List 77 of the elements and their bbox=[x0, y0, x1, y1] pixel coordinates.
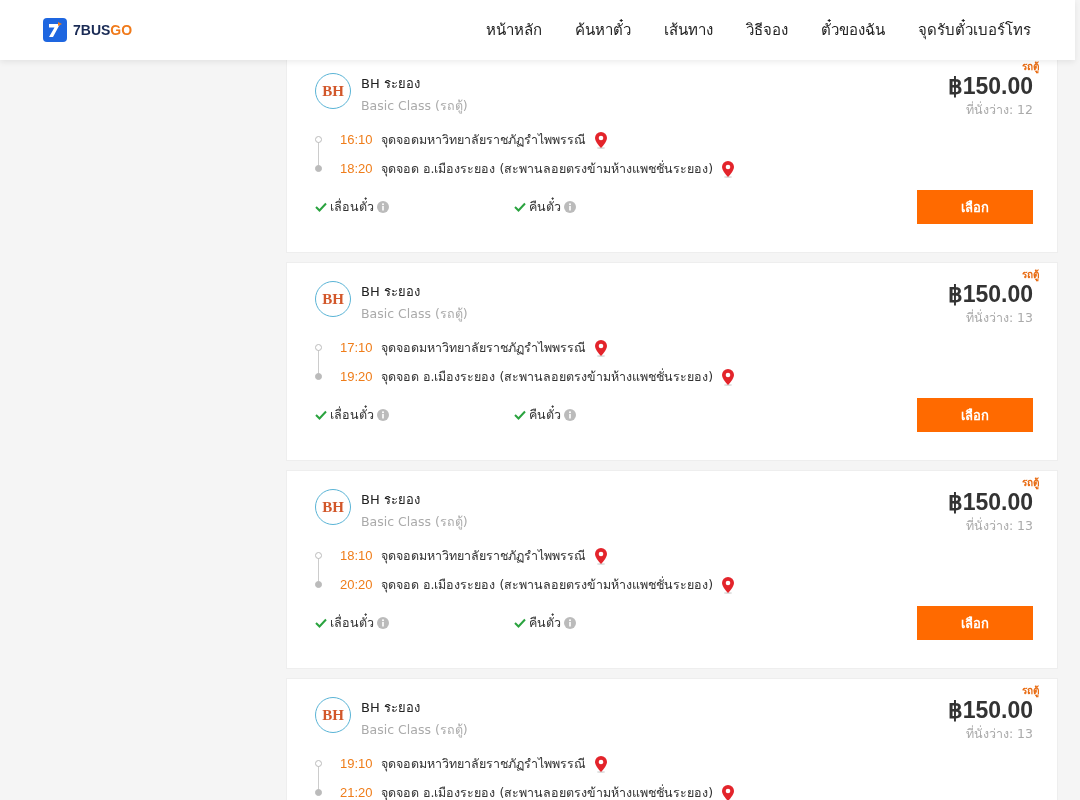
stop-time: 19:10 bbox=[340, 756, 373, 771]
nav-link[interactable]: ค้นหาตั๋ว bbox=[575, 18, 631, 42]
vehicle-tag: รถตู้ bbox=[1022, 267, 1039, 282]
stop-name: จุดจอด อ.เมืองระยอง (สะพานลอยตรงข้ามห้างแพชชั่นระยอง) bbox=[380, 159, 714, 179]
operator-name: BH ระยอง bbox=[361, 491, 421, 509]
seats-available: ที่นั่งว่าง: 12 bbox=[965, 100, 1033, 119]
timeline-dot bbox=[315, 789, 322, 796]
stop-name: จุดจอด อ.เมืองระยอง (สะพานลอยตรงข้ามห้างแพชชั่นระยอง) bbox=[380, 575, 714, 595]
logo-icon bbox=[43, 18, 67, 42]
map-pin-icon bbox=[593, 754, 608, 773]
nav-link[interactable]: จุดรับตั๋วเบอร์โทร bbox=[918, 18, 1031, 42]
feature-label: เลื่อนตั๋ว bbox=[330, 613, 374, 632]
info-icon[interactable] bbox=[564, 201, 576, 213]
feature-label: คืนตั๋ว bbox=[529, 405, 561, 424]
check-icon bbox=[315, 202, 327, 212]
stop-name: จุดจอดมหาวิทยาลัยราชภัฏรำไพพรรณี bbox=[380, 546, 586, 566]
stop-time: 21:20 bbox=[340, 785, 373, 800]
timeline-dot bbox=[315, 760, 322, 767]
stop-name: จุดจอดมหาวิทยาลัยราชภัฏรำไพพรรณี bbox=[380, 338, 586, 358]
vehicle-tag: รถตู้ bbox=[1022, 475, 1039, 490]
info-icon[interactable] bbox=[377, 617, 389, 629]
check-icon bbox=[514, 410, 526, 420]
check-icon bbox=[514, 618, 526, 628]
map-pin-icon bbox=[593, 546, 608, 565]
check-icon bbox=[315, 618, 327, 628]
operator-name: BH ระยอง bbox=[361, 283, 421, 301]
stop-time: 16:10 bbox=[340, 132, 373, 147]
map-pin-icon bbox=[721, 575, 736, 594]
stop-name: จุดจอดมหาวิทยาลัยราชภัฏรำไพพรรณี bbox=[380, 754, 586, 774]
timeline-dot bbox=[315, 344, 322, 351]
seats-available: ที่นั่งว่าง: 13 bbox=[965, 308, 1033, 327]
vehicle-class: Basic Class (รถตู้) bbox=[361, 513, 468, 532]
operator-name: BH ระยอง bbox=[361, 75, 421, 93]
brand-name[interactable]: 7BUSGO bbox=[73, 22, 133, 38]
info-icon[interactable] bbox=[564, 409, 576, 421]
feature-label: เลื่อนตั๋ว bbox=[330, 405, 374, 424]
timeline-dot bbox=[315, 373, 322, 380]
seats-available: ที่นั่งว่าง: 13 bbox=[965, 516, 1033, 535]
vehicle-class: Basic Class (รถตู้) bbox=[361, 97, 468, 116]
map-pin-icon bbox=[593, 338, 608, 357]
info-icon[interactable] bbox=[564, 617, 576, 629]
stop-name: จุดจอดมหาวิทยาลัยราชภัฏรำไพพรรณี bbox=[380, 130, 586, 150]
map-pin-icon bbox=[721, 159, 736, 178]
nav-link[interactable]: วิธีจอง bbox=[746, 18, 788, 42]
operator-name: BH ระยอง bbox=[361, 699, 421, 717]
timeline-dot bbox=[315, 136, 322, 143]
stop-time: 18:20 bbox=[340, 161, 373, 176]
timeline-dot bbox=[315, 165, 322, 172]
stop-name: จุดจอด อ.เมืองระยอง (สะพานลอยตรงข้ามห้างแพชชั่นระยอง) bbox=[380, 783, 714, 800]
info-icon[interactable] bbox=[377, 409, 389, 421]
feature-label: เลื่อนตั๋ว bbox=[330, 197, 374, 216]
stop-time: 17:10 bbox=[340, 340, 373, 355]
map-pin-icon bbox=[721, 367, 736, 386]
feature-label: คืนตั๋ว bbox=[529, 613, 561, 632]
vehicle-class: Basic Class (รถตู้) bbox=[361, 721, 468, 740]
vehicle-tag: รถตู้ bbox=[1022, 683, 1039, 698]
feature-label: คืนตั๋ว bbox=[529, 197, 561, 216]
stop-time: 19:20 bbox=[340, 369, 373, 384]
check-icon bbox=[514, 202, 526, 212]
nav-link[interactable]: หน้าหลัก bbox=[486, 18, 542, 42]
price: ฿150.00 bbox=[947, 489, 1033, 516]
vehicle-tag: รถตู้ bbox=[1022, 59, 1039, 74]
timeline-dot bbox=[315, 581, 322, 588]
stop-time: 20:20 bbox=[340, 577, 373, 592]
map-pin-icon bbox=[593, 130, 608, 149]
price: ฿150.00 bbox=[947, 73, 1033, 100]
info-icon[interactable] bbox=[377, 201, 389, 213]
price: ฿150.00 bbox=[947, 281, 1033, 308]
nav-link[interactable]: ตั๋วของฉัน bbox=[821, 18, 885, 42]
stop-time: 18:10 bbox=[340, 548, 373, 563]
timeline-dot bbox=[315, 552, 322, 559]
vehicle-class: Basic Class (รถตู้) bbox=[361, 305, 468, 324]
nav-link[interactable]: เส้นทาง bbox=[664, 18, 713, 42]
stop-name: จุดจอด อ.เมืองระยอง (สะพานลอยตรงข้ามห้างแพชชั่นระยอง) bbox=[380, 367, 714, 387]
price: ฿150.00 bbox=[947, 697, 1033, 724]
check-icon bbox=[315, 410, 327, 420]
seats-available: ที่นั่งว่าง: 13 bbox=[965, 724, 1033, 743]
